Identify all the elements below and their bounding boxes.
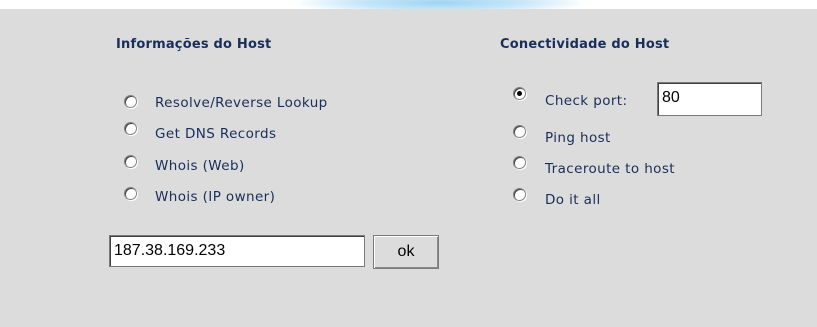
- radio-do-it-all[interactable]: [513, 188, 526, 201]
- option-traceroute-label: Traceroute to host: [545, 161, 675, 177]
- port-input[interactable]: 80: [657, 82, 762, 116]
- radio-resolve-lookup[interactable]: [124, 95, 137, 108]
- host-tools-panel: Informações do Host Resolve/Reverse Look…: [0, 9, 817, 327]
- radio-whois-ip-owner[interactable]: [124, 187, 137, 200]
- radio-traceroute[interactable]: [513, 156, 526, 169]
- radio-ping-host[interactable]: [513, 125, 526, 138]
- radio-get-dns-records[interactable]: [124, 122, 137, 135]
- ok-button[interactable]: ok: [373, 235, 439, 269]
- host-connectivity-heading: Conectividade do Host: [500, 37, 670, 52]
- option-do-it-all-label: Do it all: [545, 192, 601, 208]
- option-whois-ip-owner-label: Whois (IP owner): [155, 189, 276, 205]
- option-whois-web-label: Whois (Web): [155, 158, 245, 174]
- host-info-heading: Informações do Host: [116, 37, 272, 52]
- option-ping-host-label: Ping host: [545, 130, 611, 146]
- option-get-dns-records-label: Get DNS Records: [155, 126, 277, 142]
- radio-check-port[interactable]: [513, 87, 526, 100]
- radio-whois-web[interactable]: [124, 155, 137, 168]
- option-check-port-label: Check port:: [545, 93, 628, 109]
- option-resolve-lookup-label: Resolve/Reverse Lookup: [155, 95, 328, 111]
- host-ip-input[interactable]: 187.38.169.233: [109, 235, 365, 267]
